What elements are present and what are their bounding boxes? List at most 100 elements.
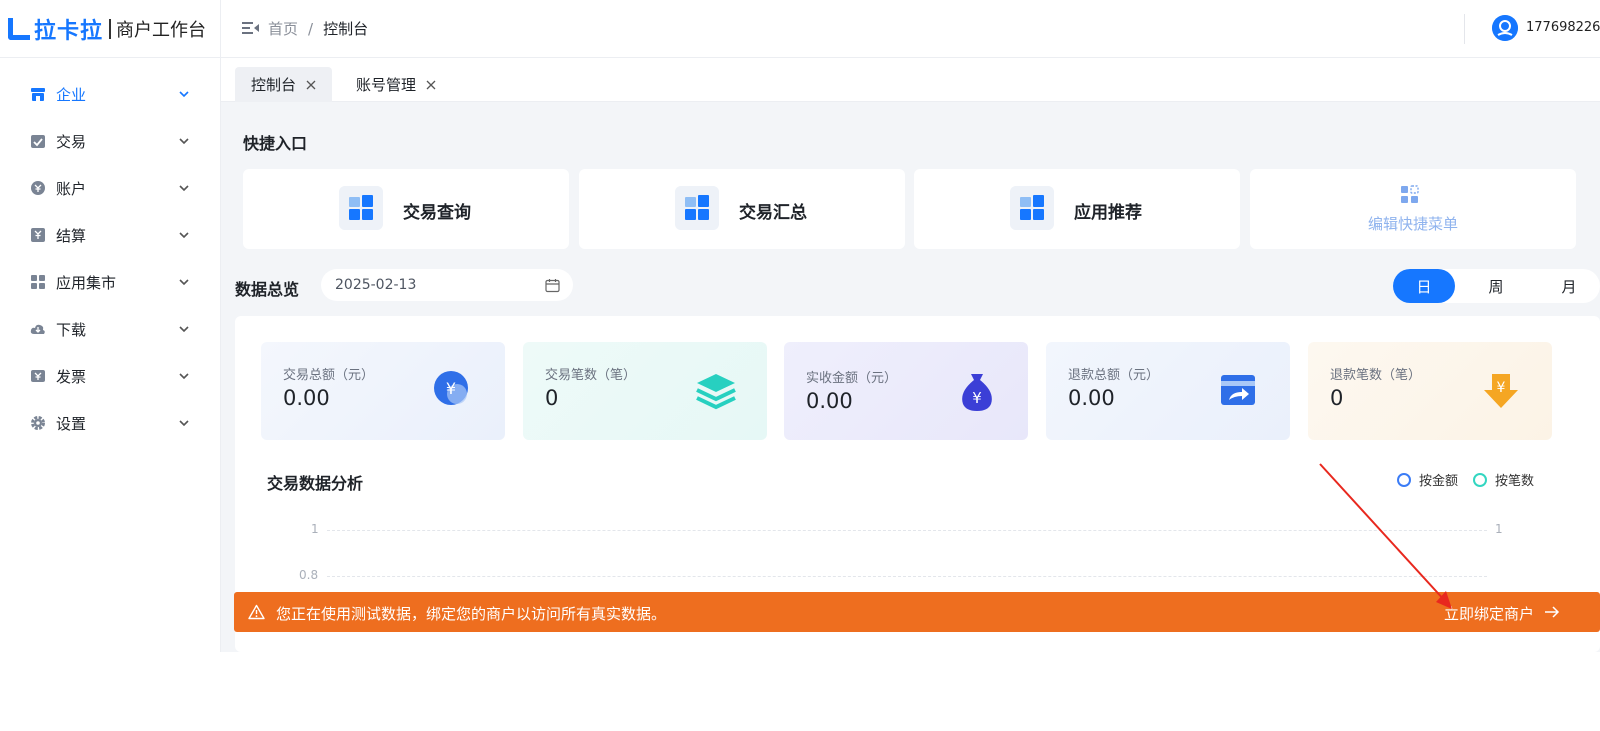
windows-grid-icon — [1010, 186, 1054, 230]
overview-title: 数据总览 — [235, 280, 300, 299]
quick-card-trade-query[interactable]: 交易查询 — [243, 169, 569, 249]
quick-card-app-recommend[interactable]: 应用推荐 — [914, 169, 1240, 249]
tab-label: 账号管理 — [356, 76, 417, 94]
invoice-icon — [31, 370, 45, 382]
banner-message: 您正在使用测试数据，绑定您的商户以访问所有真实数据。 — [276, 605, 667, 623]
edit-quick-menu-label: 编辑快捷菜单 — [1367, 215, 1458, 233]
tab-label: 控制台 — [251, 76, 297, 94]
sidebar-item-enterprise[interactable]: 企业 — [0, 74, 221, 114]
calendar-icon — [545, 279, 560, 293]
chart-title: 交易数据分析 — [267, 474, 364, 493]
calendar-check-icon — [31, 135, 45, 148]
sidebar-item-label: 发票 — [56, 367, 87, 386]
user-id[interactable]: 1776982265 — [1526, 20, 1600, 35]
sidebar: 企业 交易 账户 结算 应用集市 下载 发票 设置 — [0, 58, 221, 652]
sidebar-item-label: 下载 — [56, 320, 87, 339]
yen-down-arrow-icon: ¥ — [1484, 374, 1518, 408]
close-icon[interactable] — [306, 80, 316, 90]
annotation-arrow — [1319, 463, 1452, 609]
quick-card-label: 交易汇总 — [739, 203, 807, 223]
y-axis-left-tick: 1 — [311, 522, 319, 536]
yen-coin-icon: ¥ — [434, 371, 468, 405]
chevron-down-icon — [179, 138, 189, 145]
sidebar-item-settings[interactable]: 设置 — [0, 403, 221, 443]
cloud-download-icon — [30, 324, 45, 334]
stat-card-total-amount[interactable]: 交易总额（元） 0.00 ¥ — [261, 342, 505, 440]
quick-entry-title: 快捷入口 — [243, 134, 308, 153]
sidebar-item-account[interactable]: 账户 — [0, 168, 221, 208]
tab-console[interactable]: 控制台 — [235, 67, 333, 102]
sidebar-item-label: 企业 — [56, 85, 87, 104]
svg-text:¥: ¥ — [1497, 380, 1506, 396]
edit-quick-menu-button[interactable]: 编辑快捷菜单 — [1250, 169, 1576, 249]
gear-icon — [31, 416, 45, 430]
money-bag-icon: ¥ — [962, 374, 992, 411]
stat-label: 交易总额（元） — [283, 368, 375, 383]
stat-card-trade-count[interactable]: 交易笔数（笔） 0 — [523, 342, 767, 440]
card-refund-icon — [1221, 375, 1255, 405]
breadcrumb: 首页 / 控制台 — [268, 18, 368, 39]
sidebar-item-download[interactable]: 下载 — [0, 309, 221, 349]
close-icon[interactable] — [426, 80, 436, 90]
chevron-down-icon — [179, 279, 189, 286]
sidebar-item-label: 结算 — [56, 226, 87, 245]
grid-line — [327, 530, 1487, 531]
layers-icon — [696, 374, 736, 410]
period-week[interactable]: 周 — [1465, 269, 1527, 303]
chevron-down-icon — [179, 91, 189, 98]
apps-grid-icon — [31, 275, 45, 289]
top-divider — [220, 0, 221, 58]
svg-text:¥: ¥ — [972, 389, 982, 407]
stat-card-received-amount[interactable]: 实收金额（元） 0.00 ¥ — [784, 342, 1028, 440]
chevron-down-icon — [179, 420, 189, 427]
warning-icon — [248, 604, 265, 620]
legend-count-marker — [1473, 472, 1487, 487]
quick-card-trade-summary[interactable]: 交易汇总 — [579, 169, 905, 249]
stat-card-refund-count[interactable]: 退款笔数（笔） 0 ¥ — [1308, 342, 1552, 440]
logo-separator — [109, 19, 112, 39]
stat-card-refund-amount[interactable]: 退款总额（元） 0.00 — [1046, 342, 1290, 440]
sidebar-item-app-market[interactable]: 应用集市 — [0, 262, 221, 302]
breadcrumb-separator: / — [308, 19, 314, 38]
date-picker[interactable]: 2025-02-13 — [321, 269, 573, 301]
grid-line — [327, 576, 1487, 577]
arrow-right-icon[interactable] — [1544, 605, 1560, 619]
period-toggle: 日 周 月 — [1393, 269, 1600, 303]
stat-value: 0.00 — [806, 389, 853, 413]
brand-logo[interactable]: 拉卡拉 商户工作台 — [8, 14, 206, 44]
coin-icon — [31, 181, 45, 195]
stat-label: 退款笔数（笔） — [1330, 368, 1422, 383]
sidebar-item-invoice[interactable]: 发票 — [0, 356, 221, 396]
sidebar-item-settlement[interactable]: 结算 — [0, 215, 221, 255]
breadcrumb-current: 控制台 — [323, 20, 369, 38]
brand-subtitle: 商户工作台 — [116, 20, 207, 41]
windows-grid-icon — [339, 186, 383, 230]
breadcrumb-home[interactable]: 首页 — [268, 18, 298, 39]
sidebar-item-trade[interactable]: 交易 — [0, 121, 221, 161]
stat-value: 0.00 — [283, 386, 330, 410]
sidebar-item-label: 账户 — [56, 179, 87, 198]
user-avatar-icon[interactable] — [1492, 15, 1518, 41]
edit-grid-icon — [1401, 185, 1419, 203]
user-divider — [1464, 14, 1465, 44]
legend-count[interactable]: 按笔数 — [1473, 470, 1534, 489]
ticket-icon — [31, 228, 45, 242]
svg-text:¥: ¥ — [446, 379, 456, 398]
windows-grid-icon — [675, 186, 719, 230]
stat-value: 0 — [1330, 386, 1344, 410]
menu-collapse-icon[interactable] — [242, 20, 260, 36]
sidebar-item-label: 设置 — [56, 414, 87, 433]
logo-mark-icon — [8, 18, 30, 40]
chevron-down-icon — [179, 326, 189, 333]
period-month[interactable]: 月 — [1538, 269, 1600, 303]
tab-account-management[interactable]: 账号管理 — [340, 67, 452, 102]
top-bar: 拉卡拉 商户工作台 首页 / 控制台 1776982265 — [0, 0, 1600, 58]
stat-value: 0.00 — [1068, 386, 1115, 410]
period-day[interactable]: 日 — [1393, 269, 1455, 303]
stat-label: 退款总额（元） — [1068, 368, 1160, 383]
chevron-down-icon — [179, 373, 189, 380]
chevron-down-icon — [179, 185, 189, 192]
chevron-down-icon — [179, 232, 189, 239]
date-value: 2025-02-13 — [335, 277, 417, 293]
tab-bar: 控制台 账号管理 — [221, 58, 1600, 102]
